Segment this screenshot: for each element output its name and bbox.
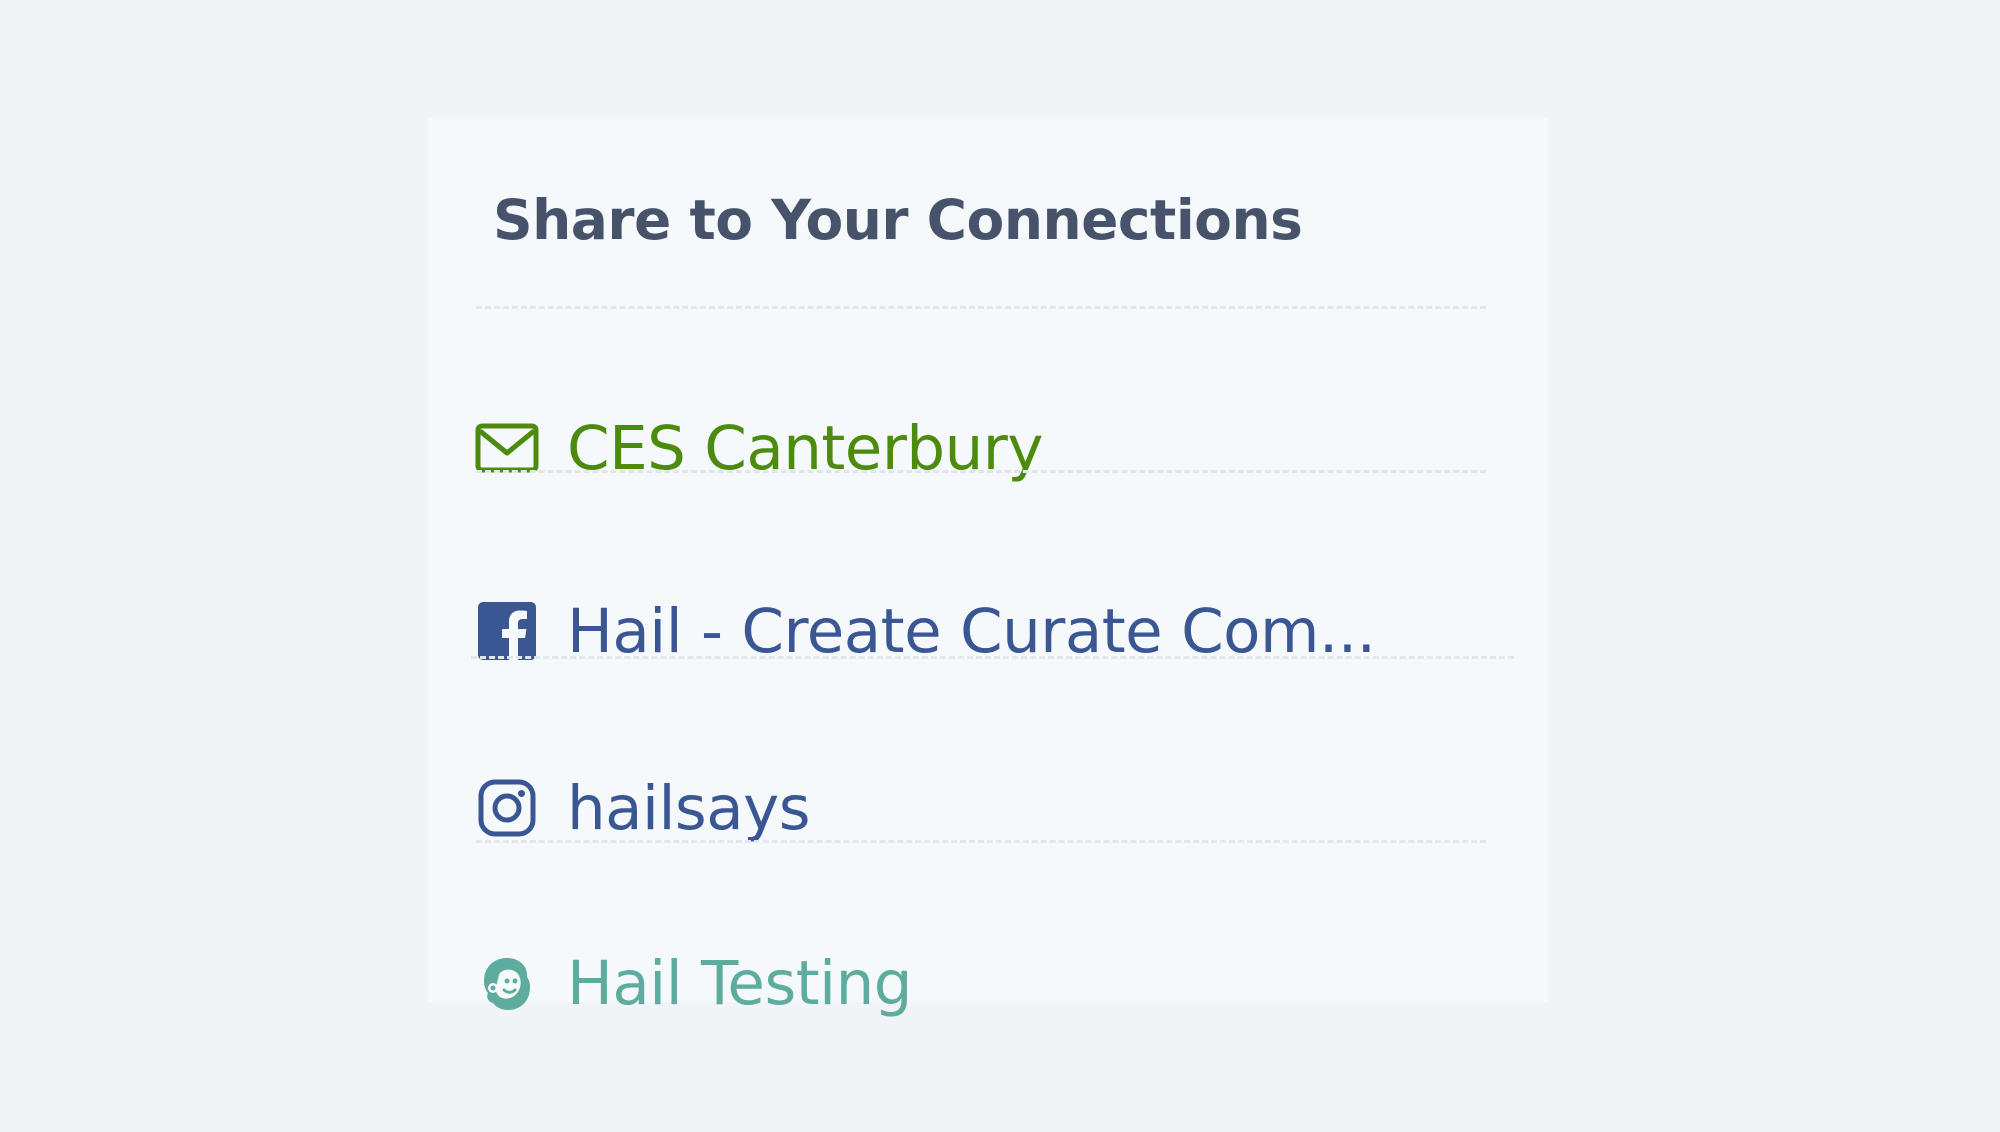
connection-item-instagram[interactable]: hailsays (473, 753, 810, 863)
connection-label: hailsays (567, 772, 810, 844)
connection-item-mailchimp[interactable]: Hail Testing (473, 928, 913, 1038)
connection-item-email[interactable]: CES Canterbury (473, 393, 1043, 503)
connection-label: Hail Testing (567, 947, 913, 1019)
divider (476, 470, 1486, 473)
mailchimp-icon (473, 949, 541, 1017)
divider (476, 840, 1486, 843)
connection-item-facebook[interactable]: Hail - Create Curate Com... (473, 576, 1376, 686)
instagram-icon (473, 774, 541, 842)
divider (471, 656, 1514, 659)
panel-title: Share to Your Connections (493, 188, 1303, 252)
divider (476, 306, 1486, 309)
share-connections-panel: Share to Your Connections CES Canterbury… (428, 118, 1548, 1019)
facebook-icon (473, 597, 541, 665)
